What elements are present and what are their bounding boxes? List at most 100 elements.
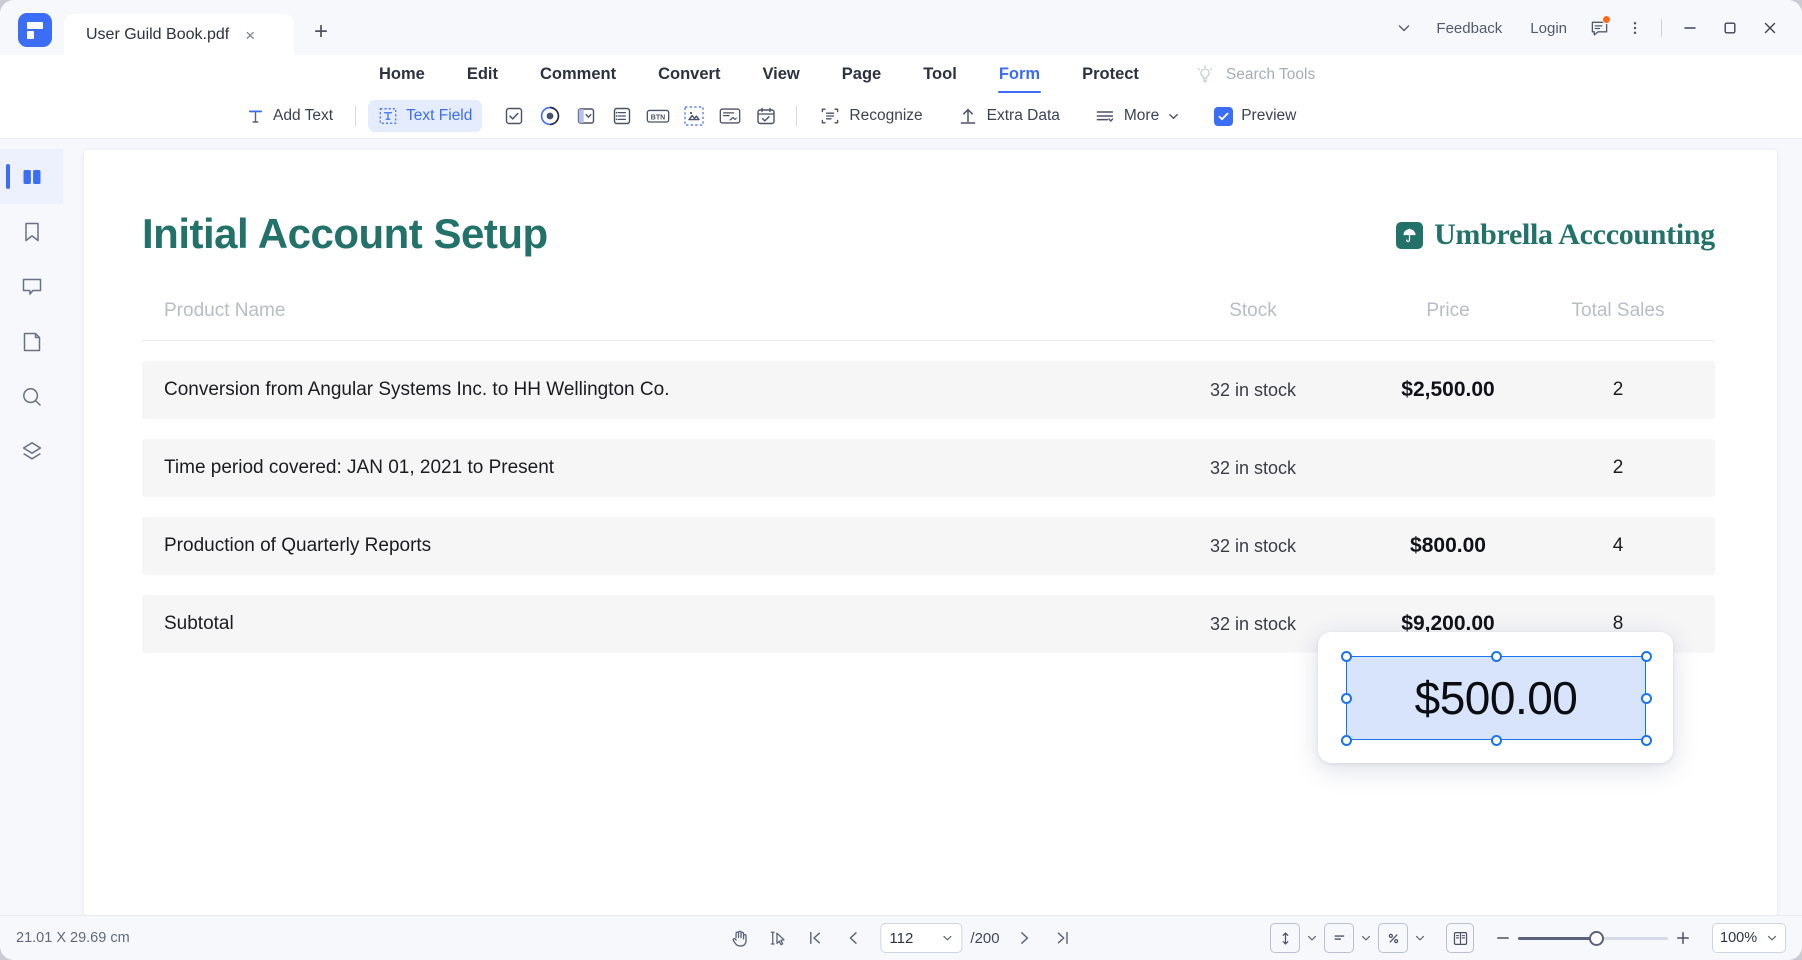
close-tab-icon[interactable]: × bbox=[239, 24, 261, 46]
page-number-input[interactable]: 112 bbox=[880, 923, 962, 953]
cell-product-name: Subtotal bbox=[164, 613, 1153, 635]
chevron-down-icon[interactable] bbox=[1766, 932, 1778, 944]
resize-handle-top-right[interactable] bbox=[1641, 651, 1652, 662]
zoom-level-input[interactable]: 100% bbox=[1712, 923, 1786, 953]
table-row[interactable]: Conversion from Angular Systems Inc. to … bbox=[142, 361, 1715, 419]
text-field-button[interactable]: Text Field bbox=[368, 100, 482, 132]
zoom-controls: 100% bbox=[1270, 923, 1786, 953]
selected-field-value[interactable]: $500.00 bbox=[1347, 657, 1645, 739]
document-header: Initial Account Setup Umbrella Acccounti… bbox=[142, 210, 1715, 258]
next-page-button[interactable] bbox=[1006, 923, 1044, 953]
sidebar-item-bookmarks[interactable] bbox=[0, 204, 63, 259]
signature-field-icon[interactable] bbox=[712, 100, 748, 132]
total-pages-label: /200 bbox=[970, 930, 999, 947]
menu-item-protect[interactable]: Protect bbox=[1061, 55, 1160, 94]
menu-item-form[interactable]: Form bbox=[978, 55, 1061, 94]
cell-stock: 32 in stock bbox=[1153, 380, 1353, 401]
chevron-down-icon[interactable] bbox=[1386, 11, 1422, 45]
zoom-out-button[interactable] bbox=[1488, 923, 1518, 953]
menu-item-comment[interactable]: Comment bbox=[519, 55, 637, 94]
resize-handle-middle-right[interactable] bbox=[1641, 693, 1652, 704]
menu-item-edit[interactable]: Edit bbox=[446, 55, 519, 94]
close-window-button[interactable] bbox=[1750, 11, 1790, 45]
last-page-button[interactable] bbox=[1044, 923, 1082, 953]
date-field-icon[interactable] bbox=[748, 100, 784, 132]
radio-button-field-icon[interactable] bbox=[532, 100, 568, 132]
fit-page-chevron-icon[interactable] bbox=[1300, 923, 1324, 953]
document-tab[interactable]: User Guild Book.pdf × bbox=[64, 14, 294, 56]
menu-item-home[interactable]: Home bbox=[358, 55, 446, 94]
cell-stock: 32 in stock bbox=[1153, 458, 1353, 479]
extra-data-button[interactable]: Extra Data bbox=[947, 100, 1070, 132]
sidebar-item-layers[interactable] bbox=[0, 424, 63, 479]
preview-toggle[interactable]: Preview bbox=[1204, 100, 1306, 132]
resize-handle-bottom-center[interactable] bbox=[1491, 735, 1502, 746]
preview-checkbox[interactable] bbox=[1214, 107, 1233, 126]
resize-handle-middle-left[interactable] bbox=[1341, 693, 1352, 704]
document-canvas[interactable]: Initial Account Setup Umbrella Acccounti… bbox=[63, 139, 1802, 915]
sidebar-item-thumbnails[interactable] bbox=[0, 149, 63, 204]
dropdown-field-icon[interactable] bbox=[568, 100, 604, 132]
sidebar-item-search[interactable] bbox=[0, 369, 63, 424]
recognize-icon bbox=[819, 105, 841, 127]
maximize-button[interactable] bbox=[1710, 11, 1750, 45]
column-header-stock: Stock bbox=[1153, 300, 1353, 322]
zoom-percent-chevron-icon[interactable] bbox=[1408, 923, 1432, 953]
fit-width-icon[interactable] bbox=[1324, 923, 1354, 953]
menu-item-view[interactable]: View bbox=[741, 55, 820, 94]
menu-item-tool[interactable]: Tool bbox=[902, 55, 978, 94]
zoom-in-button[interactable] bbox=[1668, 923, 1698, 953]
sidebar-item-annotations[interactable] bbox=[0, 314, 63, 369]
table-row[interactable]: Production of Quarterly Reports 32 in st… bbox=[142, 517, 1715, 575]
feedback-button[interactable]: Feedback bbox=[1422, 11, 1516, 45]
previous-page-button[interactable] bbox=[834, 923, 872, 953]
new-tab-button[interactable]: + bbox=[304, 15, 338, 49]
push-button-field-icon[interactable]: BTN bbox=[640, 100, 676, 132]
table-row[interactable]: Time period covered: JAN 01, 2021 to Pre… bbox=[142, 439, 1715, 497]
resize-handle-bottom-left[interactable] bbox=[1341, 735, 1352, 746]
minimize-button[interactable] bbox=[1670, 11, 1710, 45]
fit-width-chevron-icon[interactable] bbox=[1354, 923, 1378, 953]
cell-stock: 32 in stock bbox=[1153, 536, 1353, 557]
first-page-button[interactable] bbox=[796, 923, 834, 953]
search-input[interactable]: Search Tools bbox=[1226, 66, 1315, 84]
zoom-percent-icon[interactable] bbox=[1378, 923, 1408, 953]
form-toolbar: Add Text Text Field BTN bbox=[0, 94, 1802, 139]
pdf-page[interactable]: Initial Account Setup Umbrella Acccounti… bbox=[84, 150, 1777, 915]
selected-text-field[interactable]: $500.00 bbox=[1346, 656, 1646, 740]
sidebar-item-comments[interactable] bbox=[0, 259, 63, 314]
image-field-icon[interactable] bbox=[676, 100, 712, 132]
column-header-price: Price bbox=[1353, 300, 1543, 322]
selected-form-field-popup[interactable]: $500.00 bbox=[1318, 632, 1673, 763]
list-box-field-icon[interactable] bbox=[604, 100, 640, 132]
hand-tool-icon[interactable] bbox=[720, 923, 758, 953]
extra-data-label: Extra Data bbox=[987, 107, 1060, 125]
resize-handle-top-center[interactable] bbox=[1491, 651, 1502, 662]
recognize-button[interactable]: Recognize bbox=[809, 100, 932, 132]
more-button[interactable]: More bbox=[1084, 100, 1190, 132]
resize-handle-top-left[interactable] bbox=[1341, 651, 1352, 662]
dual-page-icon[interactable] bbox=[1446, 923, 1474, 953]
select-cursor-icon[interactable] bbox=[758, 923, 796, 953]
fit-page-icon[interactable] bbox=[1270, 923, 1300, 953]
login-button[interactable]: Login bbox=[1516, 11, 1581, 45]
kebab-menu-icon[interactable] bbox=[1617, 11, 1653, 45]
slider-knob[interactable] bbox=[1589, 931, 1604, 946]
upload-icon bbox=[957, 105, 979, 127]
main-body: Initial Account Setup Umbrella Acccounti… bbox=[0, 139, 1802, 915]
zoom-slider[interactable] bbox=[1518, 923, 1668, 953]
cell-price: $2,500.00 bbox=[1353, 378, 1543, 402]
resize-handle-bottom-right[interactable] bbox=[1641, 735, 1652, 746]
checkbox-field-icon[interactable] bbox=[496, 100, 532, 132]
menu-item-page[interactable]: Page bbox=[821, 55, 902, 94]
menu-item-convert[interactable]: Convert bbox=[637, 55, 741, 94]
add-text-button[interactable]: Add Text bbox=[236, 100, 343, 132]
product-table: Product Name Stock Price Total Sales Con… bbox=[142, 300, 1715, 653]
brand-logo: Umbrella Acccounting bbox=[1396, 218, 1715, 258]
search-tools[interactable]: Search Tools bbox=[1194, 64, 1315, 86]
titlebar-right-controls: Feedback Login bbox=[1386, 11, 1802, 55]
umbrella-icon bbox=[1396, 222, 1423, 249]
chevron-down-icon[interactable] bbox=[941, 932, 953, 944]
message-icon[interactable] bbox=[1581, 11, 1617, 45]
notification-badge bbox=[1602, 15, 1611, 24]
